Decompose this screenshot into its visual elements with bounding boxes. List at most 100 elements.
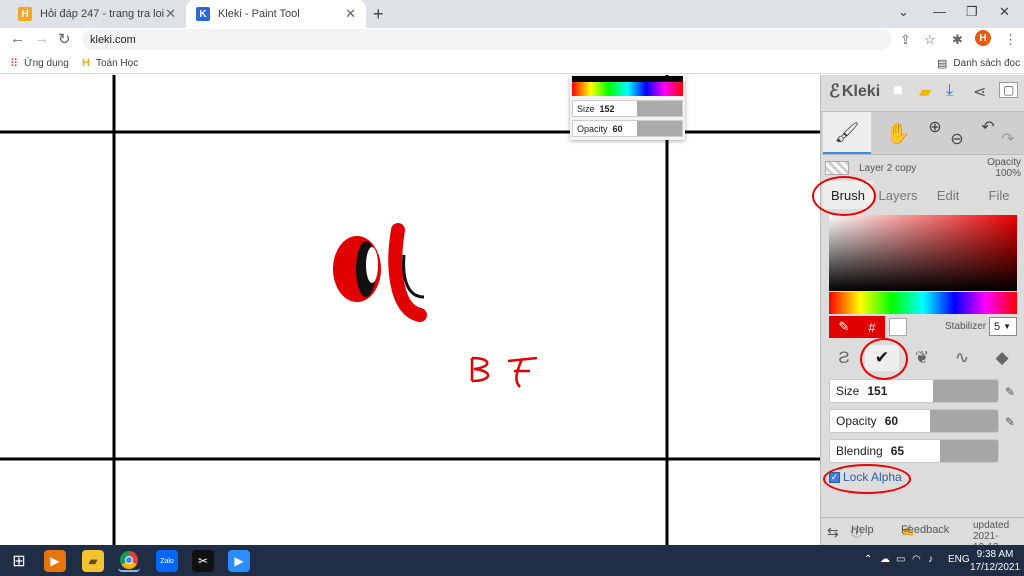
- brush-icon: 🖌: [834, 121, 860, 144]
- brush-popover[interactable]: Size 152 Opacity 60: [570, 76, 685, 140]
- brush-type-row: Ƨ ✔ ❦ ∿ ◆: [821, 343, 1024, 373]
- file-explorer-icon[interactable]: ▰: [82, 550, 104, 572]
- popover-hue-slider[interactable]: [572, 82, 683, 96]
- stabilizer-select[interactable]: 5 ▼: [989, 317, 1017, 336]
- secondary-color-swatch[interactable]: [889, 318, 907, 336]
- restore-icon[interactable]: ❐: [966, 4, 978, 20]
- chevron-down-icon[interactable]: ⌄: [898, 4, 909, 20]
- zoom-app-icon[interactable]: ▶: [228, 550, 250, 572]
- tab-kleki[interactable]: K Kleki - Paint Tool ✕: [186, 0, 366, 28]
- network-icon[interactable]: ◠: [912, 554, 921, 565]
- language-indicator[interactable]: ENG: [948, 554, 970, 565]
- blending-label: Blending: [836, 444, 883, 458]
- reading-list-button[interactable]: ▤ Danh sách đọc: [937, 57, 1020, 70]
- close-icon[interactable]: ✕: [165, 6, 176, 22]
- squiggle-brush-icon: ∿: [954, 348, 970, 367]
- back-icon[interactable]: ←: [10, 30, 25, 47]
- share-icon[interactable]: ⋖: [973, 82, 986, 102]
- system-clock[interactable]: 9:38 AM 17/12/2021: [970, 548, 1020, 574]
- pen-brush-icon: Ƨ: [838, 348, 850, 367]
- eraser-button[interactable]: ◆: [985, 345, 1019, 371]
- url-input[interactable]: 🔒 kleki.com: [82, 29, 892, 435]
- layer-name: Layer 2 copy: [859, 163, 917, 174]
- media-player-icon[interactable]: ▶: [44, 550, 66, 572]
- undo-button[interactable]: ↶: [979, 106, 997, 148]
- hue-slider[interactable]: [829, 292, 1017, 314]
- popover-opacity-slider[interactable]: Opacity 60: [572, 120, 683, 137]
- size-slider[interactable]: Size 151: [829, 379, 999, 403]
- pen-pressure-size-icon[interactable]: ✎: [1005, 385, 1015, 399]
- sketchy-brush-button[interactable]: ❦: [905, 345, 939, 371]
- zoom-out-button[interactable]: ⊖: [947, 118, 967, 160]
- redo-button[interactable]: ↷: [999, 118, 1017, 160]
- reading-list-label: Danh sách đọc: [953, 58, 1021, 69]
- opacity-slider-fill: [930, 410, 998, 432]
- pen-pressure-opacity-icon[interactable]: ✎: [1005, 415, 1015, 429]
- tab-hoidap[interactable]: H Hỏi đáp 247 - trang tra loi ✕: [8, 0, 186, 28]
- address-bar-row: ← → ↻ 🔒 kleki.com ⇪ ☆ ✱ ⋮: [0, 28, 1024, 435]
- settings-icon[interactable]: ▢: [999, 82, 1019, 98]
- browser-tab-bar: H Hỏi đáp 247 - trang tra loi ✕ K Kleki …: [0, 0, 1024, 28]
- forward-icon[interactable]: →: [34, 30, 49, 47]
- brush-tool-button[interactable]: 🖌: [823, 112, 871, 154]
- popover-opacity-value: 60: [612, 123, 623, 134]
- chrome-logo: [120, 551, 138, 569]
- battery-icon[interactable]: ▭: [896, 554, 905, 565]
- extensions-icon[interactable]: ✱: [952, 32, 963, 48]
- new-tab-icon[interactable]: +: [373, 4, 384, 25]
- sketchy-brush-icon: ❦: [914, 348, 930, 367]
- download-icon[interactable]: ⤓: [946, 82, 953, 100]
- profile-avatar[interactable]: H: [975, 30, 991, 46]
- chrome-icon[interactable]: [118, 550, 140, 572]
- blending-slider[interactable]: Blending 65: [829, 439, 999, 463]
- bookmark-apps[interactable]: ⠿ Ứng dụng: [10, 57, 69, 70]
- size-slider-fill: [933, 380, 998, 402]
- close-icon[interactable]: ✕: [345, 6, 356, 22]
- tab-file[interactable]: File: [973, 181, 1024, 209]
- hand-tool-button[interactable]: ✋: [877, 112, 919, 154]
- url-text: kleki.com: [90, 33, 136, 46]
- bookmark-toan-hoc[interactable]: H Toán Học: [82, 57, 138, 69]
- tool-row: 🖌 ✋ ⊕ ⊖ ↶ ↷: [821, 111, 1024, 155]
- drawing-canvas[interactable]: [0, 75, 820, 545]
- layer-opacity-value: 100%: [995, 168, 1021, 179]
- tab-edit[interactable]: Edit: [923, 181, 973, 209]
- minimize-icon[interactable]: —: [933, 4, 946, 19]
- onedrive-icon[interactable]: ☁: [880, 554, 890, 565]
- menu-icon[interactable]: ⋮: [1004, 32, 1017, 48]
- size-label: Size: [836, 384, 860, 398]
- primary-color-swatch[interactable]: ✎ #: [829, 316, 885, 338]
- open-folder-icon[interactable]: ▰: [919, 82, 931, 102]
- opacity-label: Opacity: [836, 414, 877, 428]
- zoom-in-icon: ⊕: [928, 119, 942, 136]
- annotation-circle-lock-alpha: [823, 464, 911, 494]
- volume-icon[interactable]: ♪: [928, 554, 933, 565]
- swap-sides-icon[interactable]: ⇆: [827, 524, 839, 541]
- pixel-brush-button[interactable]: ∿: [945, 345, 979, 371]
- pen-brush-button[interactable]: Ƨ: [827, 345, 861, 371]
- opacity-slider[interactable]: Opacity 60: [829, 409, 999, 433]
- hex-input-button[interactable]: #: [868, 320, 875, 335]
- popover-size-slider[interactable]: Size 152: [572, 100, 683, 117]
- bookmarks-bar: ⠿ Ứng dụng H Toán Học ▤ Danh sách đọc: [0, 52, 1024, 74]
- share-icon[interactable]: ⇪: [900, 32, 911, 48]
- eyedropper-icon[interactable]: ✎: [838, 319, 849, 335]
- zoom-out-icon: ⊖: [950, 131, 964, 148]
- stabilizer-label: Stabilizer: [945, 321, 987, 332]
- zalo-icon[interactable]: Zalo: [156, 550, 178, 572]
- color-saturation-picker[interactable]: [829, 215, 1017, 291]
- windows-taskbar: ⊞ ▶ ▰ Zalo ✂ ▶ ⌃ ☁ ▭ ◠ ♪ ENG 9:38 AM 17/…: [0, 545, 1024, 576]
- reload-icon[interactable]: ↻: [58, 30, 71, 48]
- tray-chevron-icon[interactable]: ⌃: [864, 554, 872, 565]
- windows-start-icon[interactable]: ⊞: [8, 550, 30, 572]
- annotation-circle-brush-type: [860, 338, 908, 380]
- popover-size-label: Size: [577, 103, 595, 114]
- zoom-in-button[interactable]: ⊕: [925, 106, 945, 148]
- star-icon[interactable]: ☆: [924, 32, 936, 48]
- new-image-icon[interactable]: ■: [893, 82, 903, 100]
- popover-size-value: 152: [599, 103, 615, 114]
- bookmark-label: Ứng dụng: [24, 58, 69, 69]
- tab-layers[interactable]: Layers: [873, 181, 923, 209]
- capcut-icon[interactable]: ✂: [192, 550, 214, 572]
- close-window-icon[interactable]: ✕: [999, 4, 1010, 20]
